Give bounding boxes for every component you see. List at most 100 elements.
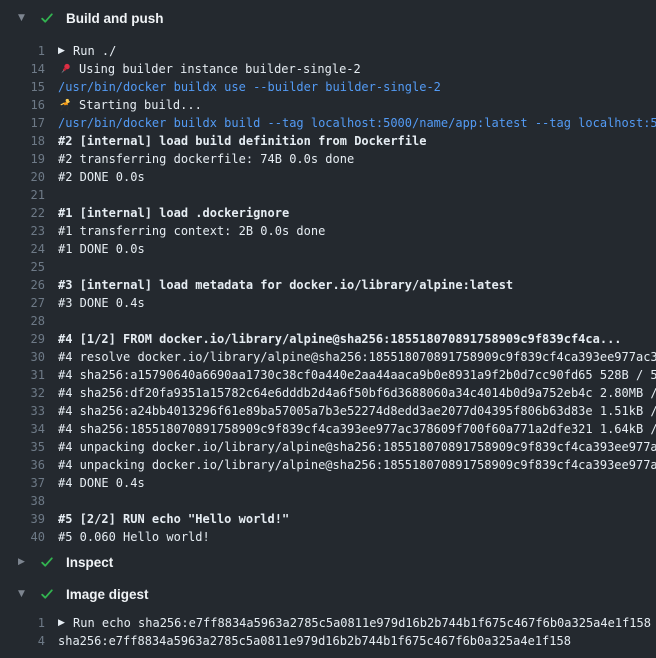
section-title: Image digest — [66, 587, 149, 602]
chevron-right-icon[interactable]: ▶ — [58, 47, 67, 56]
log-text: #4 sha256:a15790640a6690aa1730c38cf0a440… — [58, 366, 656, 384]
log-text: #5 0.060 Hello world! — [58, 528, 210, 546]
log-line: 36 #4 unpacking docker.io/library/alpine@… — [0, 456, 656, 474]
line-number[interactable]: 37 — [12, 474, 45, 492]
line-number[interactable]: 26 — [12, 276, 45, 294]
log-text: #4 unpacking docker.io/library/alpine@sh… — [58, 438, 656, 456]
line-number[interactable]: 1 — [12, 614, 45, 632]
chevron-right-icon: ▶ — [18, 558, 31, 567]
line-number[interactable]: 1 — [12, 42, 45, 60]
section-header-image-digest[interactable]: ▼ Image digest — [0, 578, 656, 610]
line-number[interactable]: 18 — [12, 132, 45, 150]
log-text: /usr/bin/docker buildx use --builder bui… — [58, 78, 441, 96]
line-number[interactable]: 28 — [12, 312, 45, 330]
log-line: 1 ▶Run echo sha256:e7ff8834a5963a2785c5a0… — [0, 614, 656, 632]
log-line: 33 #4 sha256:a24bb4013296f61e89ba57005a7b… — [0, 402, 656, 420]
line-number[interactable]: 38 — [12, 492, 45, 510]
log-line: 23 #1 transferring context: 2B 0.0s done — [0, 222, 656, 240]
log-line: 28 — [0, 312, 656, 330]
log-line: 39 #5 [2/2] RUN echo "Hello world!" — [0, 510, 656, 528]
log-text: ▶Run echo sha256:e7ff8834a5963a2785c5a08… — [58, 614, 651, 632]
log-text: #2 transferring dockerfile: 74B 0.0s don… — [58, 150, 354, 168]
log-line: 20 #2 DONE 0.0s — [0, 168, 656, 186]
section-header-build-and-push[interactable]: ▼ Build and push — [0, 0, 656, 36]
log-line: 35 #4 unpacking docker.io/library/alpine@… — [0, 438, 656, 456]
log-text: #4 resolve docker.io/library/alpine@sha2… — [58, 348, 656, 366]
log-text: #4 unpacking docker.io/library/alpine@sh… — [58, 456, 656, 474]
log-text: sha256:e7ff8834a5963a2785c5a0811e979d16b… — [58, 632, 571, 650]
log-line: 22 #1 [internal] load .dockerignore — [0, 204, 656, 222]
log-text: #5 [2/2] RUN echo "Hello world!" — [58, 510, 289, 528]
log-text: #1 DONE 0.0s — [58, 240, 145, 258]
check-icon — [40, 587, 54, 601]
check-icon — [40, 555, 54, 569]
log-text: #4 sha256:df20fa9351a15782c64e6dddb2d4a6… — [58, 384, 656, 402]
log-text: #1 transferring context: 2B 0.0s done — [58, 222, 325, 240]
line-number[interactable]: 21 — [12, 186, 45, 204]
section-title: Inspect — [66, 555, 113, 570]
chevron-right-icon[interactable]: ▶ — [58, 619, 67, 628]
line-number[interactable]: 23 — [12, 222, 45, 240]
line-number[interactable]: 39 — [12, 510, 45, 528]
line-number[interactable]: 16 — [12, 96, 45, 114]
line-number[interactable]: 24 — [12, 240, 45, 258]
log-line: 27 #3 DONE 0.4s — [0, 294, 656, 312]
log-line: 32 #4 sha256:df20fa9351a15782c64e6dddb2d4… — [0, 384, 656, 402]
log-line: 38 — [0, 492, 656, 510]
line-number[interactable]: 40 — [12, 528, 45, 546]
log-line: 31 #4 sha256:a15790640a6690aa1730c38cf0a4… — [0, 366, 656, 384]
log-lines-build-and-push: 1 ▶Run ./ 14 Using builder instance builder… — [0, 36, 656, 546]
line-number[interactable]: 36 — [12, 456, 45, 474]
log-text: #4 DONE 0.4s — [58, 474, 145, 492]
pushpin-icon — [58, 62, 72, 76]
line-number[interactable]: 17 — [12, 114, 45, 132]
log-line: 16 Starting build... — [0, 96, 656, 114]
log-text: #1 [internal] load .dockerignore — [58, 204, 289, 222]
log-text: #3 [internal] load metadata for docker.i… — [58, 276, 513, 294]
log-line: 34 #4 sha256:185518070891758909c9f839cf4c… — [0, 420, 656, 438]
log-line: 40 #5 0.060 Hello world! — [0, 528, 656, 546]
log-line: 26 #3 [internal] load metadata for docker… — [0, 276, 656, 294]
log-text: #4 sha256:185518070891758909c9f839cf4ca3… — [58, 420, 656, 438]
log-line: 15/usr/bin/docker buildx use --builder b… — [0, 78, 656, 96]
log-line: 1 ▶Run ./ — [0, 42, 656, 60]
section-title: Build and push — [66, 11, 164, 26]
line-number[interactable]: 4 — [12, 632, 45, 650]
line-number[interactable]: 31 — [12, 366, 45, 384]
log-line: 18#2 [internal] load build definition fr… — [0, 132, 656, 150]
log-text: ▶Run ./ — [58, 42, 116, 60]
line-number[interactable]: 34 — [12, 420, 45, 438]
log-line: 14 Using builder instance builder-single-… — [0, 60, 656, 78]
log-line: 25 — [0, 258, 656, 276]
log-text: #3 DONE 0.4s — [58, 294, 145, 312]
log-line: 4 sha256:e7ff8834a5963a2785c5a0811e979d16… — [0, 632, 656, 650]
log-text: #2 DONE 0.0s — [58, 168, 145, 186]
log-text: #4 sha256:a24bb4013296f61e89ba57005a7b3e… — [58, 402, 656, 420]
line-number[interactable]: 27 — [12, 294, 45, 312]
line-number[interactable]: 25 — [12, 258, 45, 276]
log-line: 17/usr/bin/docker buildx build --tag loc… — [0, 114, 656, 132]
line-number[interactable]: 19 — [12, 150, 45, 168]
actions-log-viewer: ▼Build and push1▶Run ./14Using builder i… — [0, 0, 656, 650]
line-number[interactable]: 20 — [12, 168, 45, 186]
line-number[interactable]: 15 — [12, 78, 45, 96]
line-number[interactable]: 32 — [12, 384, 45, 402]
line-number[interactable]: 14 — [12, 60, 45, 78]
log-lines-image-digest: 1 ▶Run echo sha256:e7ff8834a5963a2785c5a0… — [0, 610, 656, 650]
log-line: 37 #4 DONE 0.4s — [0, 474, 656, 492]
line-number[interactable]: 29 — [12, 330, 45, 348]
chevron-down-icon: ▼ — [18, 590, 31, 599]
line-number[interactable]: 22 — [12, 204, 45, 222]
log-text: #4 [1/2] FROM docker.io/library/alpine@s… — [58, 330, 622, 348]
check-icon — [40, 11, 54, 25]
log-text: /usr/bin/docker buildx build --tag local… — [58, 114, 656, 132]
line-number[interactable]: 33 — [12, 402, 45, 420]
section-header-inspect[interactable]: ▶ Inspect — [0, 546, 656, 578]
line-number[interactable]: 35 — [12, 438, 45, 456]
line-number[interactable]: 30 — [12, 348, 45, 366]
log-text: Starting build... — [58, 96, 202, 114]
log-line: 19 #2 transferring dockerfile: 74B 0.0s d… — [0, 150, 656, 168]
log-text: Using builder instance builder-single-2 — [58, 60, 361, 78]
log-line: 29 #4 [1/2] FROM docker.io/library/alpine… — [0, 330, 656, 348]
chevron-down-icon: ▼ — [18, 14, 31, 23]
